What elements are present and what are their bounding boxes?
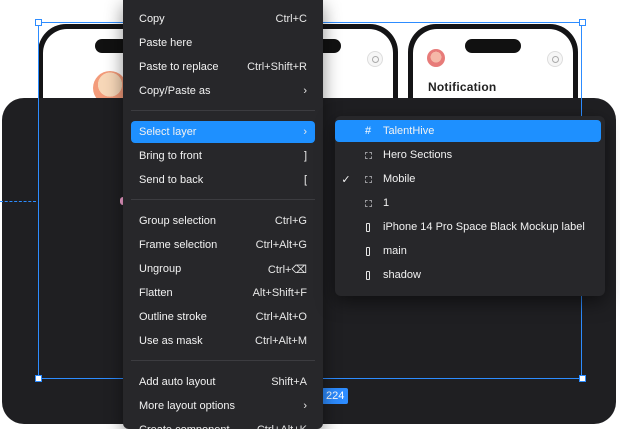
menu-item-shortcut: Alt+Shift+F [252, 287, 307, 299]
menu-item-label: Outline stroke [139, 311, 207, 323]
resize-handle-bottom-right[interactable] [579, 375, 586, 382]
menu-item-shortcut: Ctrl+C [275, 13, 307, 25]
layer-item-label: iPhone 14 Pro Space Black Mockup label [383, 221, 585, 233]
rectangle-icon [357, 222, 379, 232]
rectangle-shape [366, 222, 370, 232]
layer-item-talenthive[interactable]: # TalentHive [335, 120, 601, 142]
menu-item-label: Flatten [139, 287, 173, 299]
chevron-right-icon: › [303, 85, 307, 97]
frame-icon: # [357, 125, 379, 137]
layer-item-hero-sections[interactable]: Hero Sections [335, 144, 601, 166]
size-badge: 224 [322, 388, 349, 404]
context-menu: Copy Ctrl+C Paste here Paste to replace Ctrl… [123, 0, 323, 429]
menu-item-shortcut: Ctrl+G [274, 215, 307, 227]
menu-item-paste-here[interactable]: Paste here [131, 32, 315, 54]
menu-item-bring-to-front[interactable]: Bring to front] [131, 145, 315, 167]
menu-item-label: Paste here [139, 37, 193, 49]
layer-item-label: Mobile [383, 173, 416, 185]
menu-separator [131, 360, 315, 361]
menu-item-label: Copy [139, 13, 165, 25]
resize-handle-bottom-left[interactable] [35, 375, 42, 382]
layer-item-label: Hero Sections [383, 149, 453, 161]
check-icon: ✓ [341, 173, 351, 186]
layer-item-mobile[interactable]: ✓ Mobile [335, 168, 601, 190]
chevron-right-icon: › [303, 126, 307, 138]
menu-item-more-layout-options[interactable]: More layout options › [131, 395, 315, 417]
menu-item-shortcut: Ctrl+Alt+G [255, 239, 307, 251]
menu-item-label: Select layer [139, 126, 197, 138]
dashed-square-shape [364, 199, 372, 207]
menu-item-label: Ungroup [139, 263, 182, 275]
layer-item-label: main [383, 245, 407, 257]
select-layer-submenu: # TalentHive Hero Sections ✓ Mobile 1 iPhone 1… [335, 116, 605, 296]
menu-item-flatten[interactable]: Flatten Alt+Shift+F [131, 282, 315, 304]
guide-line [0, 201, 36, 202]
rectangle-shape [366, 270, 370, 280]
menu-item-label: Create component [139, 424, 230, 429]
layer-item-label: TalentHive [383, 125, 435, 137]
menu-item-use-as-mask[interactable]: Use as mask Ctrl+Alt+M [131, 330, 315, 352]
menu-item-add-auto-layout[interactable]: Add auto layout Shift+A [131, 371, 315, 393]
menu-item-label: Use as mask [139, 335, 203, 347]
chevron-right-icon: › [303, 400, 307, 412]
menu-item-shortcut: Shift+A [271, 376, 307, 388]
rectangle-icon [357, 270, 379, 280]
menu-item-label: Bring to front [139, 150, 202, 162]
menu-item-copy-paste-as[interactable]: Copy/Paste as › [131, 80, 315, 102]
menu-item-create-component[interactable]: Create component Ctrl+Alt+K [131, 419, 315, 429]
menu-item-send-to-back[interactable]: Send to back [ [131, 169, 315, 191]
menu-item-outline-stroke[interactable]: Outline stroke Ctrl+Alt+O [131, 306, 315, 328]
layer-item-iphone-14-pro-space-black-mockup-label[interactable]: iPhone 14 Pro Space Black Mockup label [335, 216, 601, 238]
menu-item-shortcut: Ctrl+⌫ [267, 263, 307, 276]
menu-item-paste-to-replace[interactable]: Paste to replace Ctrl+Shift+R [131, 56, 315, 78]
section-icon [357, 151, 379, 159]
menu-item-copy[interactable]: Copy Ctrl+C [131, 8, 315, 30]
menu-item-frame-selection[interactable]: Frame selection Ctrl+Alt+G [131, 234, 315, 256]
frame-glyph: # [364, 125, 372, 137]
section-icon [357, 199, 379, 207]
menu-item-label: More layout options [139, 400, 235, 412]
layer-item-label: shadow [383, 269, 421, 281]
menu-item-label: Send to back [139, 174, 204, 186]
menu-item-shortcut: [ [303, 174, 307, 186]
layer-item-main[interactable]: main [335, 240, 601, 262]
menu-item-select-layer[interactable]: Select layer › [131, 121, 315, 143]
menu-item-shortcut: Ctrl+Alt+K [257, 424, 307, 429]
section-icon [357, 175, 379, 183]
menu-item-label: Copy/Paste as [139, 85, 211, 97]
resize-handle-top-right[interactable] [579, 19, 586, 26]
menu-item-shortcut: Ctrl+Alt+O [255, 311, 307, 323]
menu-item-ungroup[interactable]: Ungroup Ctrl+⌫ [131, 258, 315, 280]
menu-item-label: Add auto layout [139, 376, 216, 388]
menu-item-label: Group selection [139, 215, 217, 227]
layer-item-shadow[interactable]: shadow [335, 264, 601, 286]
menu-item-label: Paste to replace [139, 61, 219, 73]
menu-separator [131, 110, 315, 111]
menu-item-shortcut: Ctrl+Shift+R [247, 61, 307, 73]
layer-item-label: 1 [383, 197, 390, 209]
dashed-square-shape [364, 175, 372, 183]
menu-item-shortcut: ] [303, 150, 307, 162]
rectangle-icon [357, 246, 379, 256]
layer-item-1[interactable]: 1 [335, 192, 601, 214]
menu-item-shortcut: Ctrl+Alt+M [255, 335, 307, 347]
rectangle-shape [366, 246, 370, 256]
menu-item-label: Frame selection [139, 239, 218, 251]
menu-separator [131, 199, 315, 200]
dashed-square-shape [364, 151, 372, 159]
menu-item-group-selection[interactable]: Group selection Ctrl+G [131, 210, 315, 232]
resize-handle-top-left[interactable] [35, 19, 42, 26]
